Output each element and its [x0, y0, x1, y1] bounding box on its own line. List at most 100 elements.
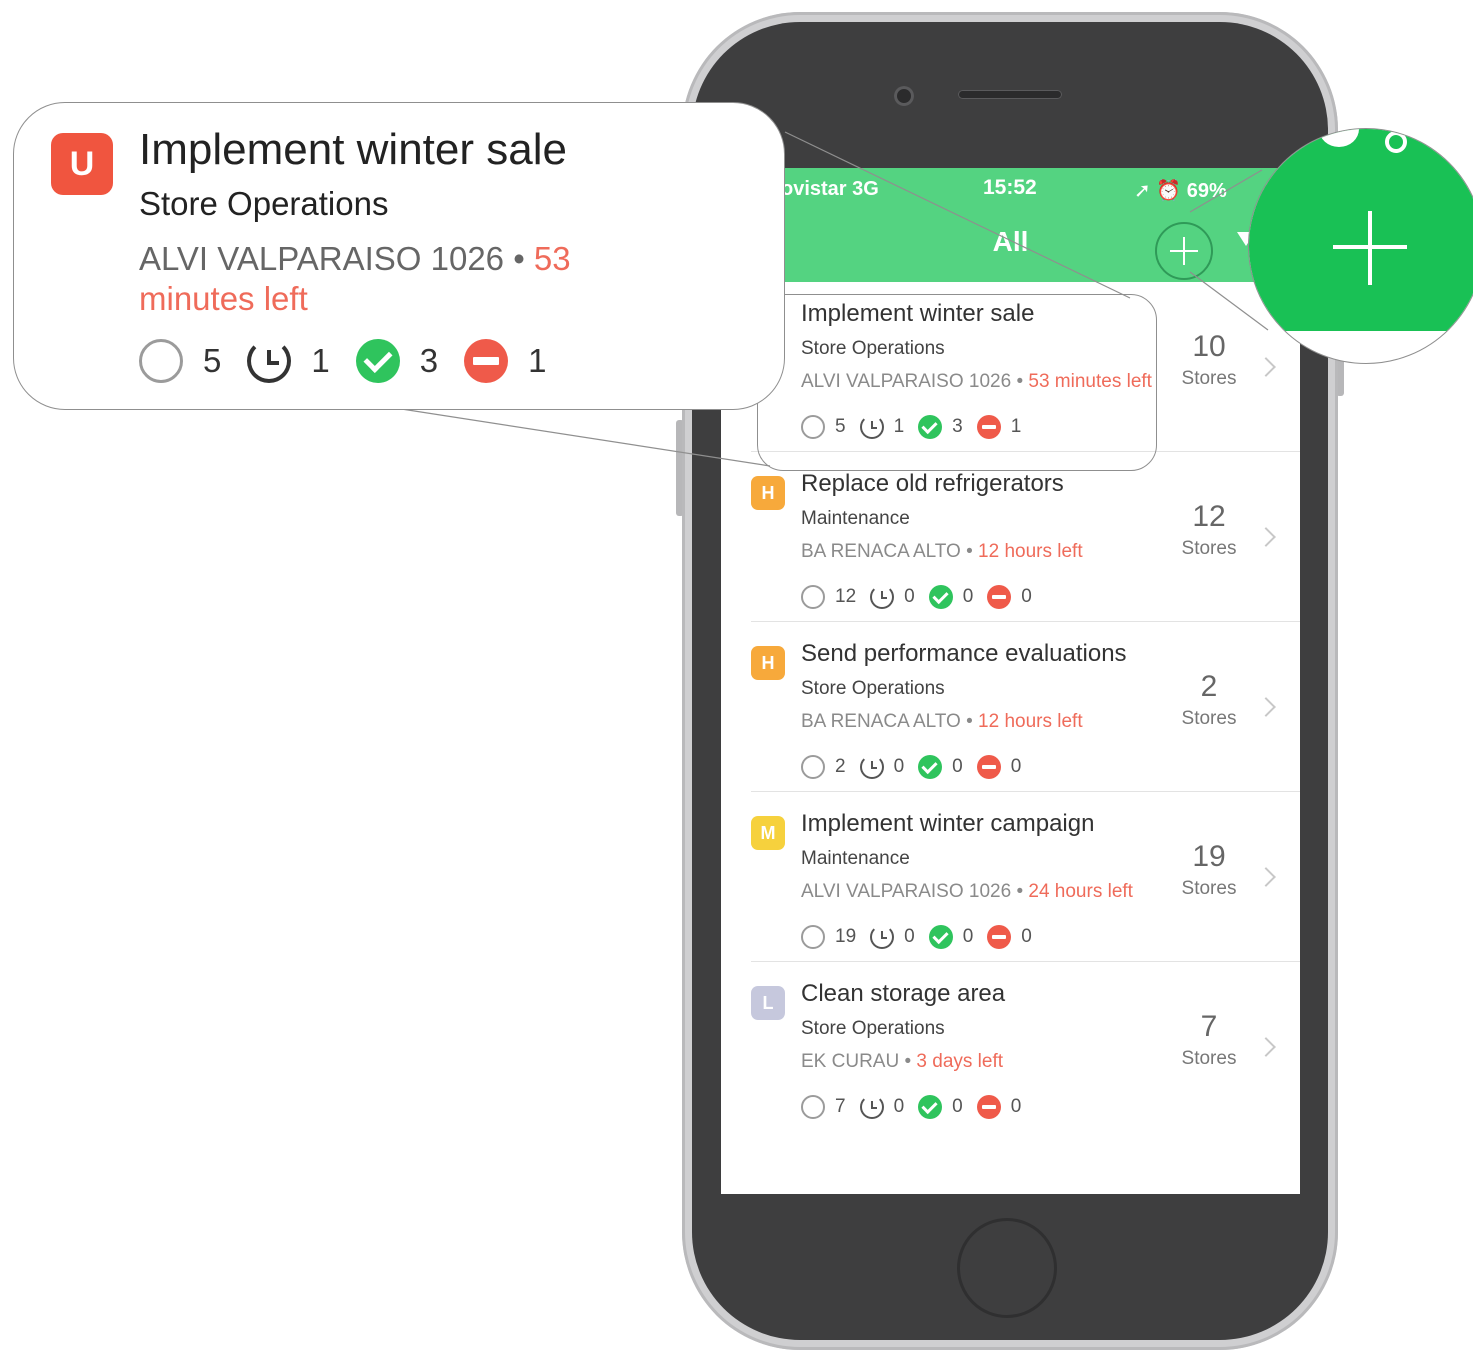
- clock-refresh-icon: [247, 339, 292, 383]
- callout-status-counts: 5 1 3 1: [139, 339, 572, 383]
- task-row[interactable]: H Replace old refrigerators Maintenance …: [751, 452, 1300, 622]
- open-count: 2: [835, 756, 846, 777]
- task-title: Send performance evaluations: [801, 640, 1127, 667]
- stores-label: Stores: [1181, 1048, 1237, 1069]
- status-counts: 7 0 0 0: [801, 1092, 1035, 1122]
- chevron-right-icon: [1256, 527, 1276, 547]
- stores-count: 12 Stores: [1171, 500, 1247, 560]
- minus-circle-icon: [987, 585, 1012, 609]
- task-category: Maintenance: [801, 848, 910, 869]
- stores-number: 12: [1192, 500, 1226, 533]
- stores-count: 10 Stores: [1171, 330, 1247, 390]
- done-count: 0: [962, 586, 974, 607]
- done-count: 0: [952, 756, 963, 777]
- stores-number: 19: [1192, 840, 1226, 873]
- task-title: Clean storage area: [801, 980, 1006, 1007]
- status-bar: ovistar 3G 15:52 ➚ ⏰ 69%: [721, 168, 1300, 208]
- priority-badge: L: [751, 986, 785, 1020]
- chevron-right-icon: [1256, 1037, 1276, 1057]
- zoom-callout: [1248, 128, 1473, 364]
- highlight-outline: [757, 294, 1157, 471]
- stores-number: 7: [1200, 1010, 1218, 1043]
- task-location-name: BA RENACA ALTO •: [801, 541, 979, 562]
- chevron-right-icon: [1256, 357, 1276, 377]
- task-title: Replace old refrigerators: [801, 470, 1064, 497]
- callout-title: Implement winter sale: [139, 125, 567, 174]
- callout-location: ALVI VALPARAISO 1026 • 53 minutes left: [139, 239, 659, 319]
- chevron-right-icon: [1256, 867, 1276, 887]
- stores-count: 19 Stores: [1171, 840, 1247, 900]
- check-circle-icon: [355, 339, 400, 383]
- time-left: 3 days left: [916, 1051, 1004, 1072]
- circle-outline-icon: [801, 1095, 825, 1119]
- time-left: 12 hours left: [978, 541, 1083, 562]
- done-count: 3: [419, 342, 439, 379]
- check-circle-icon: [928, 925, 953, 949]
- status-time: 15:52: [983, 176, 1037, 199]
- status-counts: 19 0 0 0: [801, 922, 1046, 952]
- callout-location-name: ALVI VALPARAISO 1026 •: [139, 240, 534, 277]
- open-count: 5: [203, 342, 222, 379]
- time-left: 12 hours left: [978, 711, 1083, 732]
- check-circle-icon: [928, 585, 953, 609]
- status-counts: 2 0 0 0: [801, 752, 1035, 782]
- clock-refresh-icon: [870, 925, 895, 949]
- stores-count: 7 Stores: [1171, 1010, 1247, 1070]
- status-battery: ➚ ⏰ 69%: [1134, 180, 1227, 202]
- blocked-count: 0: [1021, 586, 1032, 607]
- blocked-count: 0: [1021, 926, 1032, 947]
- front-camera: [894, 86, 914, 106]
- open-count: 19: [835, 926, 857, 947]
- open-count: 7: [835, 1096, 846, 1117]
- stores-number: 10: [1192, 330, 1226, 363]
- chevron-right-icon: [1256, 697, 1276, 717]
- status-carrier: ovistar 3G: [781, 178, 879, 200]
- task-row[interactable]: H Send performance evaluations Store Ope…: [751, 622, 1300, 792]
- minus-circle-icon: [987, 925, 1012, 949]
- callout-category: Store Operations: [139, 185, 389, 222]
- task-location: BA RENACA ALTO • 12 hours left: [801, 540, 1181, 563]
- add-task-button[interactable]: [1155, 222, 1213, 280]
- page-title: All: [992, 226, 1029, 257]
- task-category: Store Operations: [801, 678, 945, 699]
- task-callout: U Implement winter sale Store Operations…: [13, 102, 785, 410]
- circle-outline-icon: [801, 585, 825, 609]
- stores-label: Stores: [1181, 708, 1237, 729]
- check-circle-icon: [918, 1095, 943, 1119]
- status-ring-icon: [1385, 131, 1407, 153]
- open-count: 12: [835, 586, 857, 607]
- minus-circle-icon: [976, 755, 1001, 779]
- in-progress-count: 0: [904, 586, 915, 607]
- home-button[interactable]: [957, 1218, 1057, 1318]
- stores-label: Stores: [1181, 368, 1237, 389]
- zoom-nav-bar: [1249, 129, 1473, 331]
- stores-count: 2 Stores: [1171, 670, 1247, 730]
- task-location: BA RENACA ALTO • 12 hours left: [801, 710, 1181, 733]
- blocked-count: 0: [1010, 756, 1022, 777]
- circle-outline-icon: [139, 339, 183, 383]
- minus-circle-icon: [464, 339, 509, 383]
- clock-refresh-icon: [859, 1095, 884, 1119]
- task-row[interactable]: L Clean storage area Store Operations EK…: [751, 962, 1300, 1131]
- in-progress-count: 0: [893, 756, 905, 777]
- done-count: 0: [952, 1096, 963, 1117]
- priority-badge: U: [51, 133, 113, 195]
- stores-number: 2: [1200, 670, 1218, 703]
- task-category: Store Operations: [801, 1018, 945, 1039]
- check-circle-icon: [918, 755, 943, 779]
- done-count: 0: [962, 926, 974, 947]
- task-location-name: ALVI VALPARAISO 1026 •: [801, 881, 1029, 902]
- nav-bar: All: [721, 208, 1300, 282]
- task-title: Implement winter campaign: [801, 810, 1095, 837]
- stores-label: Stores: [1181, 538, 1237, 559]
- clock-refresh-icon: [870, 585, 895, 609]
- priority-badge: H: [751, 646, 785, 680]
- circle-outline-icon: [801, 925, 825, 949]
- task-row[interactable]: M Implement winter campaign Maintenance …: [751, 792, 1300, 962]
- blocked-count: 1: [528, 342, 547, 379]
- stores-label: Stores: [1181, 878, 1237, 899]
- task-location: EK CURAU • 3 days left: [801, 1050, 1181, 1073]
- in-progress-count: 1: [311, 342, 330, 379]
- task-category: Maintenance: [801, 508, 910, 529]
- task-location: ALVI VALPARAISO 1026 • 24 hours left: [801, 880, 1181, 903]
